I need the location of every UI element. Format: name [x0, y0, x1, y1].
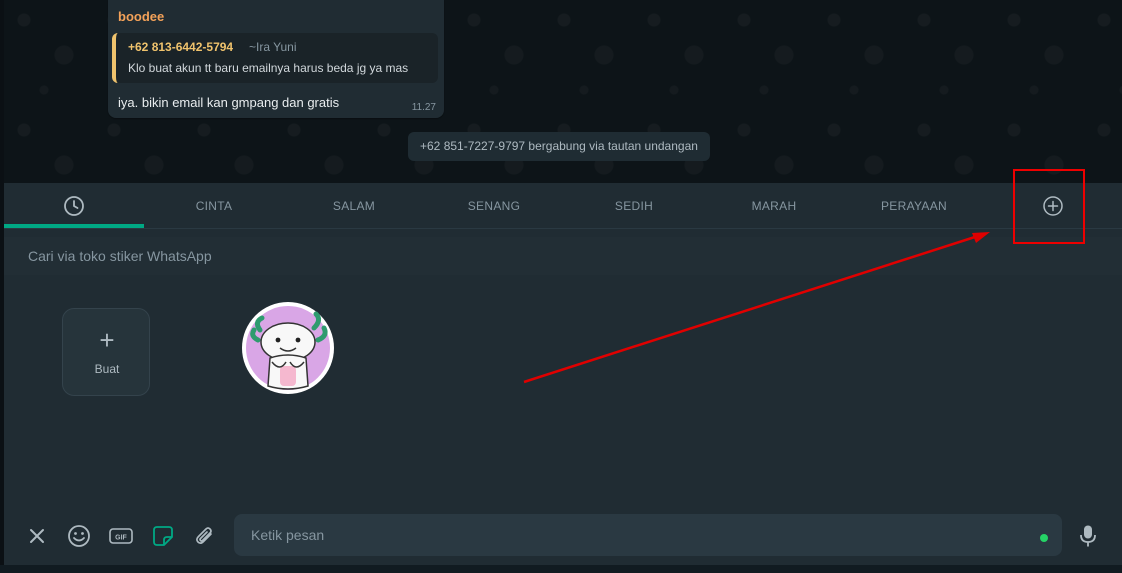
tab-salam[interactable]: SALAM [284, 183, 424, 229]
compose-bar: GIF Ketik pesan [4, 512, 1122, 565]
message-sender[interactable]: boodee [118, 9, 164, 24]
active-tab-indicator [4, 224, 144, 228]
input-status-dot [1040, 534, 1048, 542]
emoji-icon [68, 525, 90, 547]
quoted-sender: +62 813-6442-5794 [128, 40, 234, 54]
close-icon [30, 529, 44, 543]
axolotl-sticker[interactable] [240, 300, 336, 396]
close-button[interactable] [23, 522, 51, 550]
attach-button[interactable] [191, 522, 219, 550]
voice-message-button[interactable] [1074, 522, 1102, 550]
create-sticker-button[interactable]: + Buat [62, 308, 150, 396]
tab-marah[interactable]: MARAH [704, 183, 844, 229]
quoted-message[interactable]: +62 813-6442-5794 ~Ira Yuni Klo buat aku… [112, 33, 438, 83]
tab-cinta[interactable]: CINTA [144, 183, 284, 229]
recent-clock-icon [64, 196, 84, 216]
sticker-button[interactable] [149, 522, 177, 550]
sticker-panel: CINTA SALAM SENANG SEDIH MARAH PERAYAAN … [4, 183, 1122, 512]
tab-recent[interactable] [4, 183, 144, 229]
gif-icon: GIF [109, 528, 133, 544]
message-bubble[interactable]: boodee +62 813-6442-5794 ~Ira Yuni Klo b… [108, 0, 444, 118]
quoted-sender-name: ~Ira Yuni [249, 40, 297, 54]
message-input[interactable]: Ketik pesan [234, 514, 1062, 556]
sticker-tabs: CINTA SALAM SENANG SEDIH MARAH PERAYAAN [4, 183, 1122, 229]
plus-icon: + [99, 325, 115, 355]
message-input-placeholder: Ketik pesan [251, 527, 325, 543]
quoted-text: Klo buat akun tt baru emailnya harus bed… [128, 61, 409, 75]
gif-button[interactable]: GIF [107, 522, 135, 550]
mic-icon [1080, 525, 1096, 547]
chat-background: boodee +62 813-6442-5794 ~Ira Yuni Klo b… [4, 0, 1122, 183]
message-text: iya. bikin email kan gmpang dan gratis [118, 95, 340, 110]
tab-perayaan[interactable]: PERAYAAN [844, 183, 984, 229]
attach-icon [196, 527, 212, 544]
window-bottom-edge [0, 565, 1122, 573]
sticker-icon [153, 526, 173, 546]
svg-text:GIF: GIF [115, 535, 127, 542]
annotation-highlight-box [1013, 169, 1085, 244]
tab-sedih[interactable]: SEDIH [564, 183, 704, 229]
system-notification: +62 851-7227-9797 bergabung via tautan u… [408, 132, 710, 161]
create-sticker-label: Buat [94, 362, 120, 376]
emoji-button[interactable] [65, 522, 93, 550]
sticker-search[interactable]: Cari via toko stiker WhatsApp [4, 237, 1122, 275]
tab-senang[interactable]: SENANG [424, 183, 564, 229]
sticker-search-placeholder: Cari via toko stiker WhatsApp [28, 248, 212, 264]
message-time: 11.27 [411, 102, 436, 113]
